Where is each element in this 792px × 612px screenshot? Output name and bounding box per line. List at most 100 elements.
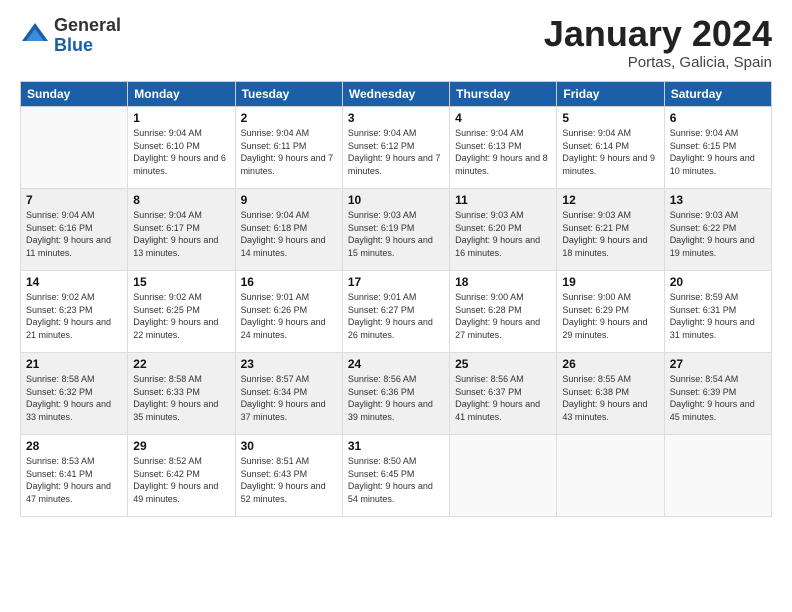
day-number: 27 (670, 357, 766, 371)
sunrise-text: Sunrise: 9:04 AM (455, 128, 524, 138)
day-info: Sunrise: 9:04 AM Sunset: 6:16 PM Dayligh… (26, 209, 122, 259)
daylight-text: Daylight: 9 hours and 24 minutes. (241, 317, 326, 340)
daylight-text: Daylight: 9 hours and 39 minutes. (348, 399, 433, 422)
day-info: Sunrise: 8:58 AM Sunset: 6:32 PM Dayligh… (26, 373, 122, 423)
sunrise-text: Sunrise: 9:01 AM (241, 292, 310, 302)
day-info: Sunrise: 9:00 AM Sunset: 6:29 PM Dayligh… (562, 291, 658, 341)
day-info: Sunrise: 8:57 AM Sunset: 6:34 PM Dayligh… (241, 373, 337, 423)
sunset-text: Sunset: 6:19 PM (348, 223, 415, 233)
day-info: Sunrise: 9:01 AM Sunset: 6:27 PM Dayligh… (348, 291, 444, 341)
sunset-text: Sunset: 6:43 PM (241, 469, 308, 479)
sunset-text: Sunset: 6:37 PM (455, 387, 522, 397)
sunset-text: Sunset: 6:18 PM (241, 223, 308, 233)
sunrise-text: Sunrise: 8:52 AM (133, 456, 202, 466)
daylight-text: Daylight: 9 hours and 10 minutes. (670, 153, 755, 176)
table-row: 25 Sunrise: 8:56 AM Sunset: 6:37 PM Dayl… (450, 353, 557, 435)
day-number: 22 (133, 357, 229, 371)
sunset-text: Sunset: 6:42 PM (133, 469, 200, 479)
table-row: 21 Sunrise: 8:58 AM Sunset: 6:32 PM Dayl… (21, 353, 128, 435)
table-row: 14 Sunrise: 9:02 AM Sunset: 6:23 PM Dayl… (21, 271, 128, 353)
calendar-week-row: 21 Sunrise: 8:58 AM Sunset: 6:32 PM Dayl… (21, 353, 772, 435)
table-row: 17 Sunrise: 9:01 AM Sunset: 6:27 PM Dayl… (342, 271, 449, 353)
table-row: 28 Sunrise: 8:53 AM Sunset: 6:41 PM Dayl… (21, 435, 128, 517)
sunrise-text: Sunrise: 9:04 AM (133, 128, 202, 138)
day-number: 26 (562, 357, 658, 371)
day-number: 16 (241, 275, 337, 289)
day-number: 18 (455, 275, 551, 289)
daylight-text: Daylight: 9 hours and 14 minutes. (241, 235, 326, 258)
day-number: 6 (670, 111, 766, 125)
sunset-text: Sunset: 6:12 PM (348, 141, 415, 151)
sunset-text: Sunset: 6:22 PM (670, 223, 737, 233)
daylight-text: Daylight: 9 hours and 18 minutes. (562, 235, 647, 258)
sunset-text: Sunset: 6:20 PM (455, 223, 522, 233)
table-row: 10 Sunrise: 9:03 AM Sunset: 6:19 PM Dayl… (342, 189, 449, 271)
sunset-text: Sunset: 6:21 PM (562, 223, 629, 233)
day-info: Sunrise: 8:56 AM Sunset: 6:36 PM Dayligh… (348, 373, 444, 423)
day-info: Sunrise: 9:03 AM Sunset: 6:22 PM Dayligh… (670, 209, 766, 259)
day-info: Sunrise: 9:04 AM Sunset: 6:18 PM Dayligh… (241, 209, 337, 259)
sunset-text: Sunset: 6:36 PM (348, 387, 415, 397)
sunrise-text: Sunrise: 9:00 AM (455, 292, 524, 302)
sunset-text: Sunset: 6:39 PM (670, 387, 737, 397)
header: General Blue January 2024 Portas, Galici… (20, 16, 772, 71)
table-row: 2 Sunrise: 9:04 AM Sunset: 6:11 PM Dayli… (235, 107, 342, 189)
day-info: Sunrise: 9:04 AM Sunset: 6:11 PM Dayligh… (241, 127, 337, 177)
sunset-text: Sunset: 6:27 PM (348, 305, 415, 315)
day-number: 14 (26, 275, 122, 289)
sunrise-text: Sunrise: 9:04 AM (26, 210, 95, 220)
day-number: 3 (348, 111, 444, 125)
calendar-header-row: Sunday Monday Tuesday Wednesday Thursday… (21, 82, 772, 107)
sunrise-text: Sunrise: 9:04 AM (670, 128, 739, 138)
day-number: 13 (670, 193, 766, 207)
sunset-text: Sunset: 6:34 PM (241, 387, 308, 397)
sunset-text: Sunset: 6:45 PM (348, 469, 415, 479)
sunrise-text: Sunrise: 8:58 AM (133, 374, 202, 384)
day-number: 30 (241, 439, 337, 453)
col-tuesday: Tuesday (235, 82, 342, 107)
day-number: 7 (26, 193, 122, 207)
day-info: Sunrise: 9:04 AM Sunset: 6:15 PM Dayligh… (670, 127, 766, 177)
sunset-text: Sunset: 6:33 PM (133, 387, 200, 397)
day-info: Sunrise: 9:04 AM Sunset: 6:10 PM Dayligh… (133, 127, 229, 177)
day-info: Sunrise: 9:03 AM Sunset: 6:20 PM Dayligh… (455, 209, 551, 259)
day-info: Sunrise: 8:59 AM Sunset: 6:31 PM Dayligh… (670, 291, 766, 341)
sunset-text: Sunset: 6:41 PM (26, 469, 93, 479)
sunrise-text: Sunrise: 8:57 AM (241, 374, 310, 384)
day-info: Sunrise: 9:02 AM Sunset: 6:25 PM Dayligh… (133, 291, 229, 341)
sunrise-text: Sunrise: 9:03 AM (670, 210, 739, 220)
daylight-text: Daylight: 9 hours and 54 minutes. (348, 481, 433, 504)
sunset-text: Sunset: 6:23 PM (26, 305, 93, 315)
logo-icon (20, 21, 50, 51)
table-row: 27 Sunrise: 8:54 AM Sunset: 6:39 PM Dayl… (664, 353, 771, 435)
daylight-text: Daylight: 9 hours and 47 minutes. (26, 481, 111, 504)
daylight-text: Daylight: 9 hours and 11 minutes. (26, 235, 111, 258)
sunrise-text: Sunrise: 9:02 AM (133, 292, 202, 302)
daylight-text: Daylight: 9 hours and 7 minutes. (348, 153, 441, 176)
sunrise-text: Sunrise: 8:58 AM (26, 374, 95, 384)
table-row: 19 Sunrise: 9:00 AM Sunset: 6:29 PM Dayl… (557, 271, 664, 353)
day-number: 28 (26, 439, 122, 453)
day-info: Sunrise: 8:53 AM Sunset: 6:41 PM Dayligh… (26, 455, 122, 505)
day-info: Sunrise: 9:04 AM Sunset: 6:17 PM Dayligh… (133, 209, 229, 259)
title-block: January 2024 Portas, Galicia, Spain (544, 16, 772, 71)
table-row: 23 Sunrise: 8:57 AM Sunset: 6:34 PM Dayl… (235, 353, 342, 435)
table-row (664, 435, 771, 517)
sunrise-text: Sunrise: 8:53 AM (26, 456, 95, 466)
daylight-text: Daylight: 9 hours and 43 minutes. (562, 399, 647, 422)
day-number: 15 (133, 275, 229, 289)
day-info: Sunrise: 9:03 AM Sunset: 6:21 PM Dayligh… (562, 209, 658, 259)
table-row: 18 Sunrise: 9:00 AM Sunset: 6:28 PM Dayl… (450, 271, 557, 353)
sunset-text: Sunset: 6:11 PM (241, 141, 307, 151)
daylight-text: Daylight: 9 hours and 21 minutes. (26, 317, 111, 340)
sunrise-text: Sunrise: 9:01 AM (348, 292, 417, 302)
day-number: 11 (455, 193, 551, 207)
sunset-text: Sunset: 6:29 PM (562, 305, 629, 315)
day-info: Sunrise: 8:55 AM Sunset: 6:38 PM Dayligh… (562, 373, 658, 423)
table-row: 15 Sunrise: 9:02 AM Sunset: 6:25 PM Dayl… (128, 271, 235, 353)
day-number: 10 (348, 193, 444, 207)
sunrise-text: Sunrise: 9:04 AM (241, 210, 310, 220)
day-info: Sunrise: 9:03 AM Sunset: 6:19 PM Dayligh… (348, 209, 444, 259)
daylight-text: Daylight: 9 hours and 19 minutes. (670, 235, 755, 258)
sunrise-text: Sunrise: 9:03 AM (562, 210, 631, 220)
